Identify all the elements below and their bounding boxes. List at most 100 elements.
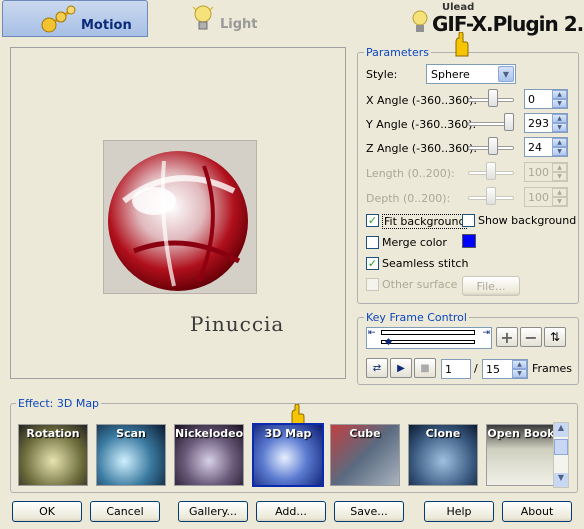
cancel-button[interactable]: Cancel	[90, 501, 160, 522]
loop-button[interactable]: ⇄	[366, 358, 388, 378]
z-angle-input[interactable]: 24 ▲ ▼	[524, 137, 568, 157]
effect-label: Rotation	[26, 427, 80, 440]
spin-down-icon[interactable]: ▼	[512, 369, 527, 378]
plus-icon: +	[500, 327, 514, 347]
fit-background-checkbox[interactable]: ✓	[366, 214, 379, 227]
depth-input: 100 ▲ ▼	[524, 187, 568, 207]
cancel-label: Cancel	[106, 505, 144, 518]
x-angle-label: X Angle (-360..360):	[366, 94, 478, 107]
keyframe-marker-icon[interactable]: ◆	[385, 337, 392, 347]
keyframe-track	[381, 330, 475, 335]
x-angle-input[interactable]: 0 ▲ ▼	[524, 89, 568, 109]
spin-up-icon[interactable]: ▲	[552, 90, 567, 99]
effect-label: Cube	[349, 427, 381, 440]
effect-3d-map[interactable]: 3D Map	[252, 423, 324, 487]
end-arrow-icon[interactable]: ⇥	[482, 328, 490, 338]
keyframe-track-lower	[381, 340, 475, 344]
gallery-label: Gallery...	[188, 505, 238, 518]
help-button[interactable]: Help	[424, 501, 494, 522]
add-button[interactable]: Add...	[256, 501, 326, 522]
style-select[interactable]: Sphere ▼	[426, 64, 516, 84]
keyframe-title: Key Frame Control	[364, 311, 469, 324]
effect-nickelodeon[interactable]: Nickelodeon	[174, 424, 244, 486]
effect-scrollbar[interactable]: ▲ ▼	[553, 422, 569, 488]
spin-up-icon[interactable]: ▲	[512, 360, 527, 369]
spin-down-icon[interactable]: ▼	[552, 99, 567, 108]
effect-list: Rotation Scan Nickelodeon 3D Map Cube Cl…	[18, 422, 556, 488]
depth-label: Depth (0..200):	[366, 192, 451, 205]
about-label: About	[520, 505, 554, 518]
length-label: Length (0..200):	[366, 167, 455, 180]
effect-title: Effect: 3D Map	[16, 397, 102, 410]
effect-cube[interactable]: Cube	[330, 424, 400, 486]
spin-up-icon: ▲	[552, 163, 567, 172]
tab-light[interactable]: Light	[150, 0, 300, 37]
parameters-title: Parameters	[364, 46, 431, 59]
spin-down-icon[interactable]: ▼	[552, 123, 567, 132]
y-angle-input[interactable]: 293 ▲ ▼	[524, 113, 568, 133]
effect-scan[interactable]: Scan	[96, 424, 166, 486]
frame-separator: /	[474, 362, 478, 375]
total-frames-input[interactable]: 15 ▲ ▼	[482, 359, 528, 379]
z-angle-slider-thumb[interactable]	[488, 137, 498, 155]
effect-label: Nickelodeon	[175, 427, 244, 440]
show-background-label[interactable]: Show background	[478, 214, 576, 227]
y-angle-slider-thumb[interactable]	[504, 113, 514, 131]
length-input: 100 ▲ ▼	[524, 162, 568, 182]
tab-motion[interactable]: Motion	[2, 0, 148, 37]
motion-icon	[39, 4, 79, 34]
add-keyframe-button[interactable]: +	[496, 327, 518, 347]
seamless-stitch-label[interactable]: Seamless stitch	[382, 257, 468, 270]
merge-color-label[interactable]: Merge color	[382, 236, 447, 249]
x-angle-slider-thumb[interactable]	[488, 89, 498, 107]
other-surface-checkbox	[366, 278, 379, 291]
spin-up-icon[interactable]: ▲	[552, 114, 567, 123]
loop-icon: ⇄	[372, 362, 382, 374]
tab-light-label: Light	[220, 17, 258, 32]
save-button[interactable]: Save...	[334, 501, 404, 522]
remove-keyframe-button[interactable]: −	[520, 327, 542, 347]
play-button[interactable]: ▶	[390, 358, 412, 378]
help-label: Help	[446, 505, 472, 518]
other-surface-label: Other surface	[382, 278, 458, 291]
watermark-text: Pinuccia	[190, 312, 285, 336]
seamless-stitch-checkbox[interactable]: ✓	[366, 257, 379, 270]
depth-slider-thumb	[486, 187, 496, 205]
brand-logo: Ulead GIF-X.Plugin 2.0	[412, 2, 584, 38]
merge-color-swatch[interactable]	[462, 234, 476, 248]
reverse-keyframe-button[interactable]: ⇅	[544, 327, 566, 347]
chevron-down-icon[interactable]: ▼	[498, 66, 514, 82]
ok-label: OK	[39, 505, 55, 518]
effect-clone[interactable]: Clone	[408, 424, 478, 486]
scroll-up-icon[interactable]: ▲	[554, 423, 568, 437]
current-frame-input[interactable]: 1	[441, 359, 471, 379]
file-button: File...	[462, 276, 520, 296]
spin-up-icon: ▲	[552, 188, 567, 197]
scroll-down-icon[interactable]: ▼	[554, 473, 568, 487]
style-select-value: Sphere	[431, 68, 470, 81]
keyframe-timeline[interactable]: ⇤ ⇥ ◆	[366, 327, 492, 349]
stop-button: ■	[414, 358, 436, 378]
file-button-label: File...	[476, 279, 506, 293]
lightbulb-icon	[410, 8, 430, 36]
merge-color-checkbox[interactable]	[366, 236, 379, 249]
start-arrow-icon[interactable]: ⇤	[368, 328, 376, 338]
fit-background-label[interactable]: Fit background	[382, 214, 468, 229]
play-icon: ▶	[397, 362, 405, 374]
save-label: Save...	[350, 505, 388, 518]
spin-down-icon[interactable]: ▼	[552, 147, 567, 156]
current-frame-value: 1	[445, 363, 452, 376]
ok-button[interactable]: OK	[12, 501, 82, 522]
about-button[interactable]: About	[502, 501, 572, 522]
show-background-checkbox[interactable]	[462, 214, 475, 227]
gallery-button[interactable]: Gallery...	[178, 501, 248, 522]
y-angle-value: 293	[528, 117, 549, 130]
effect-rotation[interactable]: Rotation	[18, 424, 88, 486]
depth-value: 100	[528, 191, 549, 204]
effect-label: 3D Map	[264, 427, 312, 440]
spin-up-icon[interactable]: ▲	[552, 138, 567, 147]
effect-open-book[interactable]: Open Book	[486, 424, 556, 486]
y-angle-label: Y Angle (-360..360):	[366, 118, 477, 131]
scroll-thumb[interactable]	[554, 439, 568, 455]
stop-icon: ■	[420, 362, 430, 374]
